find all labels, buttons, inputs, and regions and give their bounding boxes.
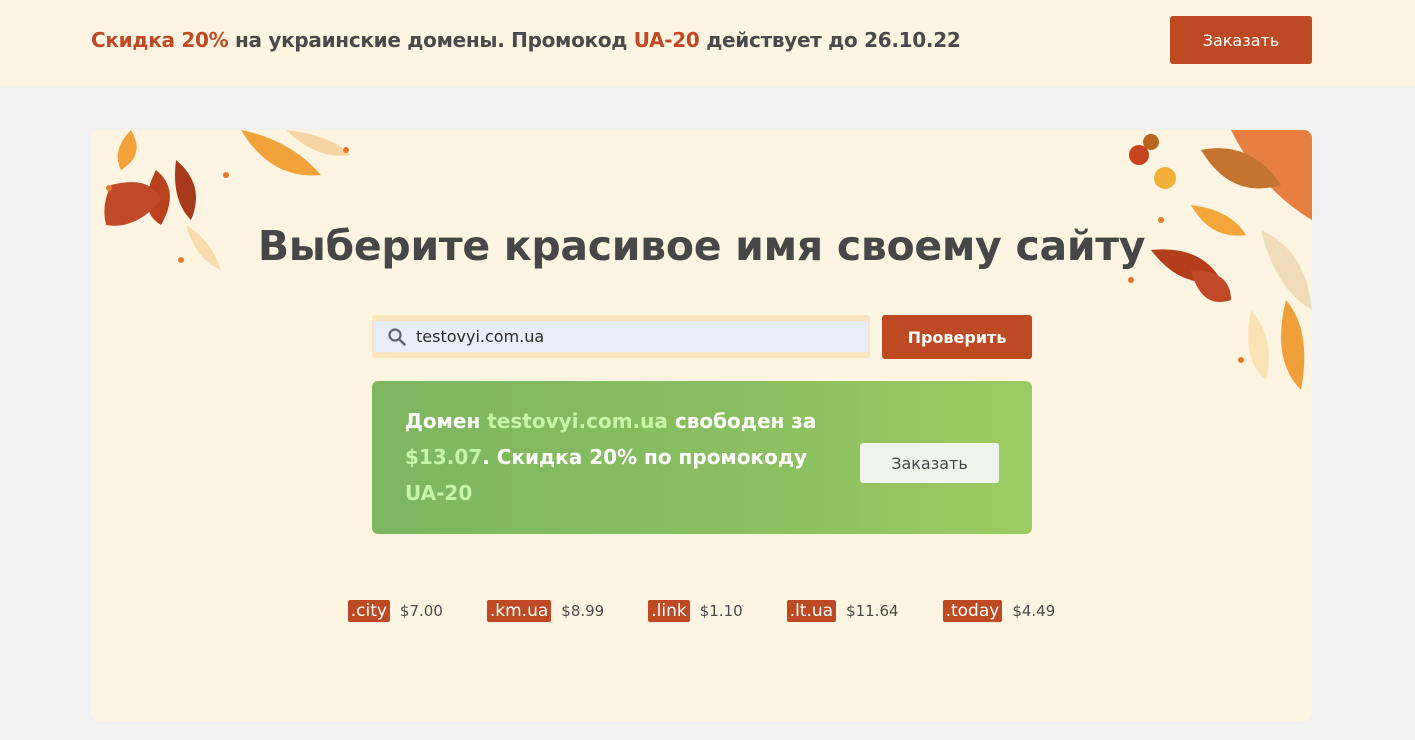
tld-price: $11.64 [846,602,899,620]
order-domain-button[interactable]: Заказать [860,443,999,483]
promo-text-mid: на украинские домены. Промокод [228,28,634,52]
result-domain: testovyi.com.ua [487,409,668,433]
check-button[interactable]: Проверить [882,315,1032,359]
tld-item[interactable]: .km.ua $8.99 [486,600,605,622]
tld-extension: .link [648,600,690,622]
tld-price: $1.10 [699,602,743,620]
tld-price: $4.49 [1012,602,1056,620]
tld-price-list: .city $7.00 .km.ua $8.99 .link $1.10 .lt… [91,600,1312,622]
availability-result: Домен testovyi.com.ua свободен за $13.07… [372,381,1032,534]
promo-text: Скидка 20% на украинские домены. Промоко… [91,28,961,52]
promo-discount: Скидка 20% [91,28,229,52]
tld-extension: .lt.ua [786,600,837,622]
tld-price: $8.99 [561,602,605,620]
tld-extension: .today [942,600,1003,622]
search-field-container [374,321,868,352]
tld-extension: .city [347,600,390,622]
search-icon [388,328,406,346]
tld-item[interactable]: .link $1.10 [648,600,743,622]
promo-code: UA-20 [633,28,700,52]
result-mid: свободен за [667,409,817,433]
result-message: Домен testovyi.com.ua свободен за $13.07… [405,403,835,511]
domain-search-box [372,315,870,358]
hero-section: Выберите красивое имя своему сайту Прове… [91,130,1312,721]
tld-item[interactable]: .city $7.00 [347,600,443,622]
tld-price: $7.00 [399,602,443,620]
result-price: $13.07 [405,445,483,469]
promo-text-end: действует до 26.10.22 [699,28,961,52]
tld-extension: .km.ua [486,600,552,622]
result-mid2: . Скидка 20% по промокоду [482,445,808,469]
domain-search-input[interactable] [416,321,856,352]
tld-item[interactable]: .today $4.49 [942,600,1056,622]
promo-order-button[interactable]: Заказать [1170,16,1312,64]
page-title: Выберите красивое имя своему сайту [257,222,1146,270]
tld-item[interactable]: .lt.ua $11.64 [786,600,899,622]
result-prefix: Домен [405,409,488,433]
result-code: UA-20 [405,481,473,505]
promo-banner: Скидка 20% на украинские домены. Промоко… [0,0,1415,86]
